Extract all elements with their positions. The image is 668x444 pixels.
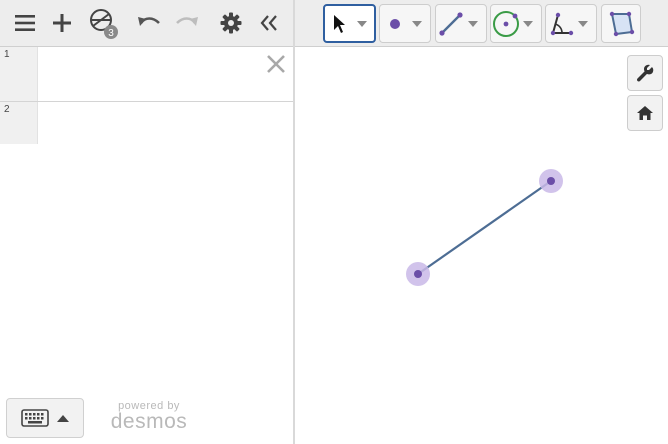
polygon-tool-icon bbox=[606, 9, 636, 39]
collapse-panel-button[interactable] bbox=[254, 8, 284, 38]
hamburger-icon bbox=[15, 15, 35, 31]
double-chevron-left-icon bbox=[260, 15, 277, 31]
expression-toolbar: 3 bbox=[0, 0, 293, 47]
expression-list: 1 2 bbox=[0, 47, 293, 144]
expression-index: 1 bbox=[4, 49, 10, 60]
redo-button[interactable] bbox=[172, 8, 202, 38]
chevron-down-icon bbox=[412, 20, 422, 27]
caret-up-icon bbox=[57, 415, 69, 422]
gear-icon bbox=[220, 12, 242, 34]
expression-row[interactable]: 1 bbox=[0, 47, 293, 102]
desmos-geometry-app: 3 1 2 powered by desmos bbox=[0, 0, 668, 444]
plus-icon bbox=[53, 14, 71, 32]
expression-gutter: 2 bbox=[0, 102, 38, 144]
undo-icon bbox=[138, 17, 160, 26]
circle-tool-icon bbox=[491, 9, 521, 39]
chevron-down-icon bbox=[578, 20, 588, 27]
geometry-graph[interactable] bbox=[295, 48, 668, 444]
chevron-down-icon bbox=[523, 20, 533, 27]
folder-count-badge: 3 bbox=[108, 28, 114, 39]
angle-tool-icon bbox=[546, 9, 576, 39]
angle-tool-button[interactable] bbox=[545, 4, 597, 43]
expression-row[interactable]: 2 bbox=[0, 102, 293, 144]
point-b[interactable] bbox=[547, 177, 555, 185]
polygon-tool-button[interactable] bbox=[601, 4, 641, 43]
delete-expression-button[interactable] bbox=[265, 53, 287, 75]
chevron-down-icon bbox=[357, 20, 367, 27]
point-a[interactable] bbox=[414, 270, 422, 278]
keyboard-toggle-button[interactable] bbox=[6, 398, 84, 438]
geometry-canvas-area bbox=[295, 0, 668, 444]
add-item-button[interactable] bbox=[47, 8, 77, 38]
redo-icon bbox=[176, 17, 198, 26]
powered-by-desmos: powered by desmos bbox=[104, 400, 194, 432]
select-tool-icon bbox=[325, 9, 355, 39]
point-tool-icon bbox=[380, 9, 410, 39]
geometry-toolbar bbox=[295, 0, 668, 47]
expression-panel: 3 1 2 powered by desmos bbox=[0, 0, 293, 444]
geometry-folder-icon: 3 bbox=[90, 9, 118, 39]
expression-input[interactable] bbox=[39, 47, 263, 101]
undo-button[interactable] bbox=[134, 8, 164, 38]
circle-tool-button[interactable] bbox=[490, 4, 542, 43]
point-tool-button[interactable] bbox=[379, 4, 431, 43]
select-tool-button[interactable] bbox=[323, 4, 376, 43]
expression-index: 2 bbox=[4, 104, 10, 115]
keyboard-icon bbox=[21, 409, 49, 427]
expression-gutter: 1 bbox=[0, 47, 38, 101]
menu-button[interactable] bbox=[10, 8, 40, 38]
line-segment[interactable] bbox=[417, 180, 552, 275]
geometry-folder-button[interactable]: 3 bbox=[86, 8, 122, 39]
expression-input[interactable] bbox=[39, 102, 263, 144]
segment-tool-button[interactable] bbox=[435, 4, 487, 43]
close-icon bbox=[267, 55, 285, 73]
chevron-down-icon bbox=[468, 20, 478, 27]
segment-tool-icon bbox=[436, 9, 466, 39]
settings-button[interactable] bbox=[216, 8, 246, 38]
desmos-logo-text: desmos bbox=[110, 410, 188, 433]
